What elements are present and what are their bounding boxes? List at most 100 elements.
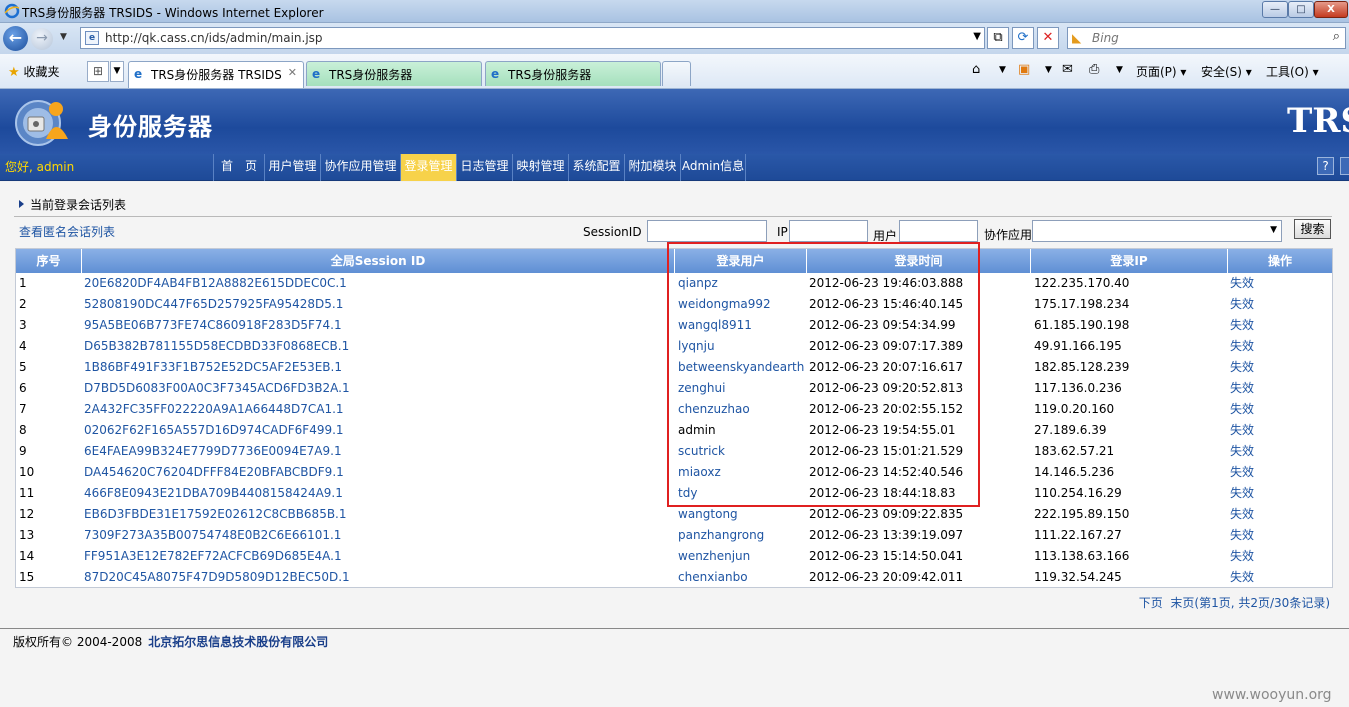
cell-session-id[interactable]: EB6D3FBDE31E17592E02612C8CBB685B.1: [84, 504, 672, 525]
cell-user[interactable]: chenxianbo: [678, 567, 806, 588]
invalidate-link[interactable]: 失效: [1230, 504, 1330, 525]
invalidate-link[interactable]: 失效: [1230, 567, 1330, 588]
cell-session-id[interactable]: 7309F273A35B00754748E0B2C6E66101.1: [84, 525, 672, 546]
menu-app-management[interactable]: 协作应用管理: [320, 154, 400, 181]
feeds-icon[interactable]: ▣: [1018, 62, 1030, 77]
invalidate-link[interactable]: 失效: [1230, 315, 1330, 336]
cell-no: 7: [19, 402, 27, 416]
minimize-button[interactable]: —: [1262, 1, 1288, 18]
address-dropdown-icon[interactable]: ▼: [973, 31, 981, 42]
watermark: www.wooyun.org: [1212, 687, 1332, 703]
invalidate-link[interactable]: 失效: [1230, 336, 1330, 357]
invalidate-link[interactable]: 失效: [1230, 294, 1330, 315]
ip-label: IP: [777, 225, 788, 239]
last-page-link[interactable]: 末页(第1页, 共2页/30条记录): [1170, 596, 1330, 610]
menu-mapping-management[interactable]: 映射管理: [512, 154, 568, 181]
tab-trs-3[interactable]: e TRS身份服务器: [485, 61, 661, 86]
search-box[interactable]: ◣ ⌕: [1067, 27, 1346, 49]
cell-session-id[interactable]: 1B86BF491F33F1B752E52DC5AF2E53EB.1: [84, 357, 672, 378]
invalidate-link[interactable]: 失效: [1230, 399, 1330, 420]
menu-system-config[interactable]: 系统配置: [568, 154, 624, 181]
star-icon: ★: [8, 65, 20, 80]
favorites-label: 收藏夹: [23, 65, 60, 79]
cell-session-id[interactable]: 02062F62F165A557D16D974CADF6F499.1: [84, 420, 672, 441]
print-icon[interactable]: ⎙: [1089, 62, 1099, 77]
col-login-ip: 登录IP: [1031, 249, 1228, 273]
search-input[interactable]: [1092, 30, 1312, 46]
cell-session-id[interactable]: 2A432FC35FF022220A9A1A66448D7CA1.1: [84, 399, 672, 420]
close-tab-icon[interactable]: ✕: [288, 66, 297, 79]
cell-session-id[interactable]: D65B382B781155D58ECDBD33F0868ECB.1: [84, 336, 672, 357]
help-button[interactable]: ?: [1317, 157, 1334, 175]
menu-addon-modules[interactable]: 附加模块: [624, 154, 680, 181]
tab-trsids[interactable]: e TRS身份服务器 TRSIDS ✕: [128, 61, 304, 88]
address-field[interactable]: e http://qk.cass.cn/ids/admin/main.jsp ▼: [80, 27, 985, 49]
new-tab-button[interactable]: [662, 61, 691, 86]
cell-session-id[interactable]: D7BD5D6083F00A0C3F7345ACD6FD3B2A.1: [84, 378, 672, 399]
table-row: 15 87D20C45A8075F47D9D5809D12BEC50D.1 chen…: [16, 567, 1332, 588]
home-icon[interactable]: ⌂: [972, 62, 980, 77]
quick-tabs-icon[interactable]: ⊞: [87, 61, 109, 82]
invalidate-link[interactable]: 失效: [1230, 378, 1330, 399]
cell-no: 12: [19, 507, 35, 521]
tools-menu[interactable]: 工具(O) ▾: [1266, 63, 1319, 80]
cell-user[interactable]: panzhangrong: [678, 525, 806, 546]
menu-admin-info[interactable]: Admin信息: [680, 154, 746, 181]
cell-no: 8: [19, 423, 27, 437]
app-label: 协作应用: [984, 228, 1033, 242]
next-page-link[interactable]: 下页: [1139, 596, 1163, 610]
invalidate-link[interactable]: 失效: [1230, 273, 1330, 294]
close-button[interactable]: X: [1314, 1, 1348, 18]
cell-session-id[interactable]: 466F8E0943E21DBA709B4408158424A9.1: [84, 483, 672, 504]
menu-user-management[interactable]: 用户管理: [264, 154, 320, 181]
favorites-button[interactable]: ★ 收藏夹: [8, 63, 60, 80]
invalidate-link[interactable]: 失效: [1230, 546, 1330, 567]
forward-button[interactable]: →: [31, 28, 53, 50]
back-button[interactable]: ←: [3, 26, 28, 51]
menu-home[interactable]: 首 页: [213, 154, 264, 181]
compat-view-icon[interactable]: ⧉: [987, 27, 1009, 49]
footer-divider: [0, 628, 1349, 629]
invalidate-link[interactable]: 失效: [1230, 357, 1330, 378]
invalidate-link[interactable]: 失效: [1230, 420, 1330, 441]
mail-icon[interactable]: ✉: [1062, 62, 1073, 77]
home-dropdown-icon[interactable]: ▼: [999, 65, 1006, 75]
cell-user[interactable]: wangtong: [678, 504, 806, 525]
ip-input[interactable]: [789, 220, 868, 242]
cell-user[interactable]: wenzhenjun: [678, 546, 806, 567]
cell-session-id[interactable]: 6E4FAEA99B324E7799D7736E0094E7A9.1: [84, 441, 672, 462]
stop-icon[interactable]: ✕: [1037, 27, 1059, 49]
refresh-icon[interactable]: ⟳: [1012, 27, 1034, 49]
app-title: 身份服务器: [88, 113, 213, 141]
cell-session-id[interactable]: 52808190DC447F65D257925FA95428D5.1: [84, 294, 672, 315]
menu-log-management[interactable]: 日志管理: [456, 154, 512, 181]
cell-session-id[interactable]: 95A5BE06B773FE74C860918F283D5F74.1: [84, 315, 672, 336]
app-select[interactable]: ▼: [1032, 220, 1282, 242]
print-dropdown-icon[interactable]: ▼: [1116, 65, 1123, 75]
cell-ip: 122.235.170.40: [1034, 276, 1130, 290]
history-dropdown-icon[interactable]: ▼: [60, 32, 67, 42]
anonymous-sessions-link[interactable]: 查看匿名会话列表: [19, 223, 115, 240]
cell-session-id[interactable]: 20E6820DF4AB4FB12A8882E615DDEC0C.1: [84, 273, 672, 294]
page-menu[interactable]: 页面(P) ▾: [1136, 63, 1186, 80]
cell-session-id[interactable]: DA454620C76204DFFF84E20BFABCBDF9.1: [84, 462, 672, 483]
invalidate-link[interactable]: 失效: [1230, 525, 1330, 546]
invalidate-link[interactable]: 失效: [1230, 441, 1330, 462]
safety-menu[interactable]: 安全(S) ▾: [1201, 63, 1252, 80]
search-button[interactable]: 搜索: [1294, 219, 1331, 239]
cell-no: 15: [19, 570, 35, 584]
menu-login-management[interactable]: 登录管理: [400, 154, 456, 181]
sessionid-input[interactable]: [647, 220, 767, 242]
feeds-dropdown-icon[interactable]: ▼: [1045, 65, 1052, 75]
extra-button[interactable]: [1340, 157, 1349, 175]
user-input[interactable]: [899, 220, 978, 242]
cell-session-id[interactable]: FF951A3E12E782EF72ACFCB69D685E4A.1: [84, 546, 672, 567]
cell-ip: 49.91.166.195: [1034, 339, 1122, 353]
maximize-button[interactable]: □: [1288, 1, 1314, 18]
search-icon[interactable]: ⌕: [1333, 29, 1340, 44]
invalidate-link[interactable]: 失效: [1230, 483, 1330, 504]
tab-list-dropdown-icon[interactable]: ▼: [110, 61, 124, 82]
tab-trs-2[interactable]: e TRS身份服务器: [306, 61, 482, 86]
invalidate-link[interactable]: 失效: [1230, 462, 1330, 483]
cell-session-id[interactable]: 87D20C45A8075F47D9D5809D12BEC50D.1: [84, 567, 672, 588]
